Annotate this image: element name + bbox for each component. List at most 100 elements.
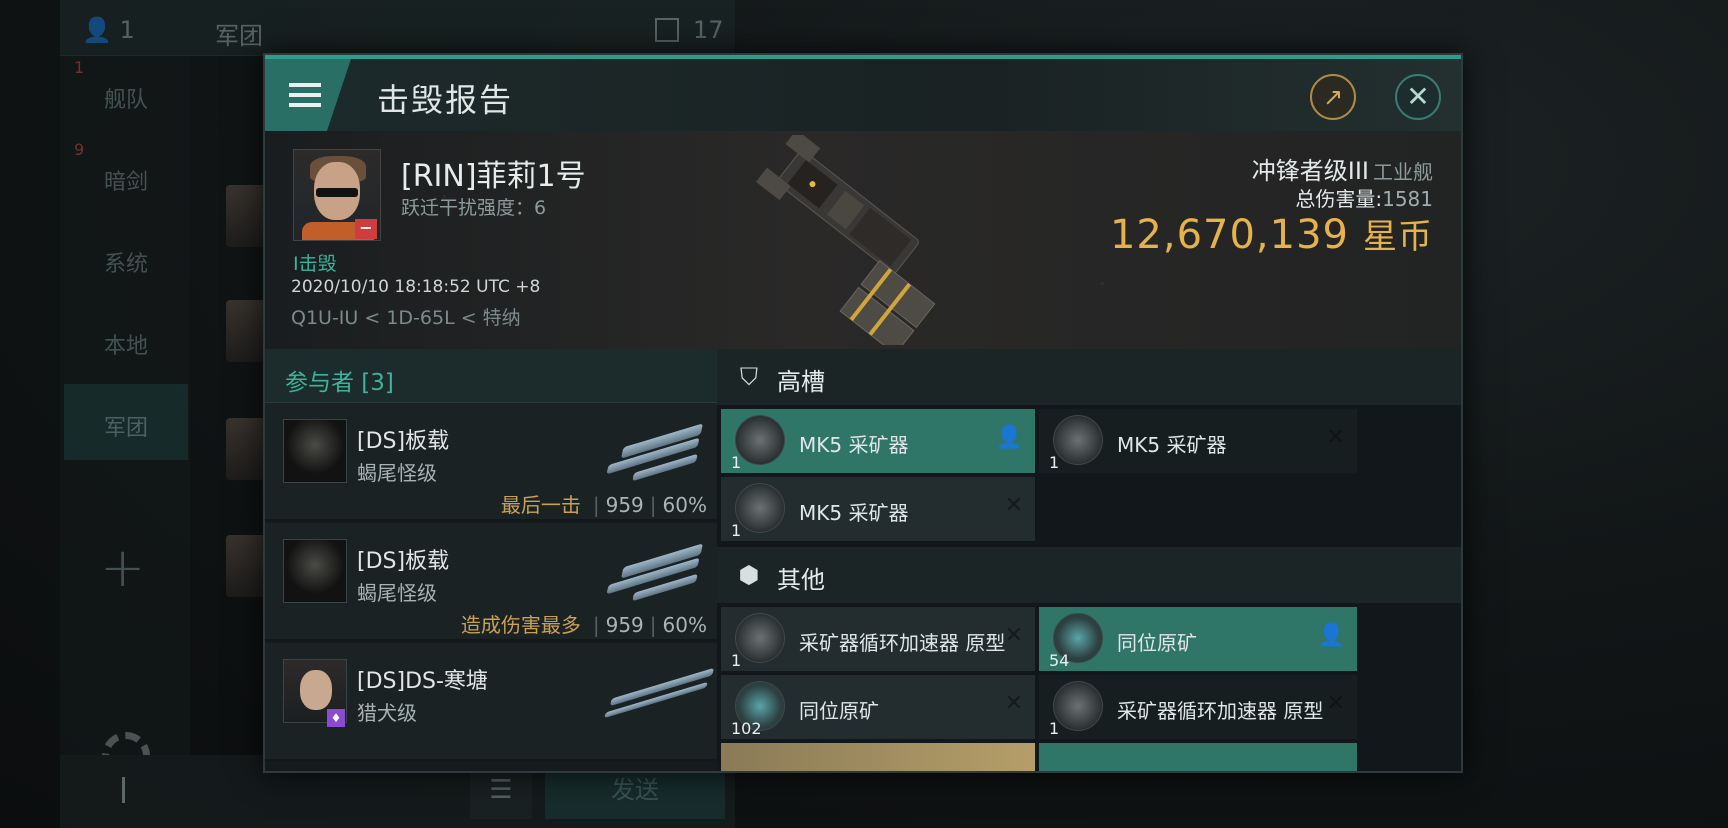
screen: { "chat": { "member_count": "1", "channe… xyxy=(0,0,1728,828)
close-icon: ✕ xyxy=(1406,80,1430,113)
module-icon xyxy=(735,415,785,465)
menu-icon-bar xyxy=(289,83,321,87)
share-button[interactable]: ↗ xyxy=(1310,74,1356,120)
participants-header: 参与者 [3] xyxy=(265,349,717,403)
participant-row[interactable]: ♦ [DS]DS-寒塘 猎犬级 xyxy=(265,643,717,761)
fitting-item[interactable]: 1 MK5 采矿器 ✕ xyxy=(1039,409,1357,473)
channel-title: 军团 xyxy=(215,22,263,50)
item-name: 采矿器循环加速器 原型 xyxy=(1117,699,1324,723)
item-name: 同位原矿 xyxy=(799,699,879,723)
fittings-panel: ⛉ 高槽 1 MK5 采矿器 👤 1 MK5 采矿器 ✕ 1 MK5 采矿器 ✕ xyxy=(717,349,1461,771)
item-quantity: 54 xyxy=(1049,651,1070,670)
destroyed-icon: ✕ xyxy=(1004,623,1023,648)
role-badge-icon: ♦ xyxy=(327,709,345,727)
participant-ship: 蝎尾怪级 xyxy=(357,581,437,605)
destroyed-icon: ✕ xyxy=(1004,691,1023,716)
item-name: MK5 采矿器 xyxy=(799,433,909,457)
item-quantity: 1 xyxy=(731,651,742,670)
message-count[interactable]: 17 xyxy=(655,16,724,44)
item-name: MK5 采矿器 xyxy=(799,501,909,525)
participant-ship-icon xyxy=(604,653,714,723)
total-damage: 总伤害量:1581 xyxy=(1295,187,1433,211)
sidebar-item-darksword[interactable]: 9 暗剑 xyxy=(64,138,188,214)
report-titlebar: 击毁报告 ↗ ✕ xyxy=(265,55,1461,131)
item-name: 同位原矿 xyxy=(1117,631,1197,655)
chat-topbar: 👤 1 军团 17 xyxy=(60,0,735,56)
participant-ship: 猎犬级 xyxy=(357,701,417,725)
message-icon xyxy=(655,18,679,42)
module-icon xyxy=(735,483,785,533)
kill-location[interactable]: Q1U-IU < 1D-65L < 特纳 xyxy=(291,303,521,330)
participant-row[interactable]: [DS]板载 蝎尾怪级 造成伤害最多 | 959 | 60% xyxy=(265,523,717,641)
participants-panel: 参与者 [3] [DS]板载 蝎尾怪级 最后一击 | 959 | 60% [DS]板载 … xyxy=(265,349,717,771)
menu-icon-bar xyxy=(289,103,321,107)
chat-avatar xyxy=(226,300,266,362)
sidebar-item-fleet[interactable]: 1 舰队 xyxy=(64,56,188,132)
report-title: 击毁报告 xyxy=(377,81,514,119)
fitting-item[interactable]: 1 采矿器循环加速器 原型 ✕ xyxy=(1039,675,1357,739)
sidebar-item-local[interactable]: 本地 xyxy=(64,302,188,378)
standing-badge-icon: − xyxy=(355,219,377,239)
member-count[interactable]: 👤 1 xyxy=(82,16,135,44)
participant-name: [DS]板载 xyxy=(357,549,450,574)
item-name: 采矿器循环加速器 原型 xyxy=(799,631,1006,655)
chat-avatar xyxy=(226,535,266,597)
kill-report-window: 击毁报告 ↗ ✕ − [RIN]菲莉1号 跃迁干扰强度：6 I击毁 2020/1… xyxy=(263,53,1463,773)
item-quantity: 1 xyxy=(1049,453,1060,472)
participant-ship-icon xyxy=(606,413,704,483)
warp-disruption: 跃迁干扰强度：6 xyxy=(401,197,547,219)
chat-avatar xyxy=(226,418,266,480)
unread-badge: 9 xyxy=(74,140,85,159)
kill-count: I击毁 xyxy=(293,253,337,275)
participant-ship-icon xyxy=(606,533,704,603)
participant-row[interactable]: [DS]板载 蝎尾怪级 最后一击 | 959 | 60% xyxy=(265,403,717,521)
high-slot-icon: ⛉ xyxy=(740,363,758,391)
module-icon xyxy=(1053,415,1103,465)
portrait-glasses xyxy=(316,188,358,197)
participant-portrait xyxy=(283,539,347,603)
high-slots-header: ⛉ 高槽 xyxy=(717,349,1461,405)
share-icon: ↗ xyxy=(1322,83,1344,111)
dropped-icon: 👤 xyxy=(995,425,1023,450)
item-quantity: 1 xyxy=(1049,719,1060,738)
cargo-box-icon: ⬢ xyxy=(738,561,760,589)
fitting-item[interactable] xyxy=(1039,743,1357,771)
participant-name: [DS]板载 xyxy=(357,429,450,454)
module-icon xyxy=(735,613,785,663)
ship-class[interactable]: 冲锋者级III 工业舰 xyxy=(1252,151,1433,186)
item-quantity: 1 xyxy=(731,453,742,472)
chat-avatar xyxy=(226,185,266,247)
other-header: ⬢ 其他 xyxy=(717,547,1461,603)
ship-image[interactable] xyxy=(725,135,965,345)
dropped-icon: 👤 xyxy=(1317,623,1345,648)
close-button[interactable]: ✕ xyxy=(1395,74,1441,120)
participant-stats: 最后一击 | 959 | 60% xyxy=(500,493,707,517)
item-quantity: 102 xyxy=(731,719,762,738)
participant-ship: 蝎尾怪级 xyxy=(357,461,437,485)
member-icon: 👤 xyxy=(82,16,112,44)
fitting-item[interactable]: 1 MK5 采矿器 ✕ xyxy=(721,477,1035,541)
destroyed-icon: ✕ xyxy=(1004,493,1023,518)
victim-summary: − [RIN]菲莉1号 跃迁干扰强度：6 I击毁 2020/10/10 18:1… xyxy=(265,131,1461,349)
item-name: MK5 采矿器 xyxy=(1117,433,1227,457)
fitting-item[interactable] xyxy=(721,743,1035,771)
fitting-item[interactable]: 1 MK5 采矿器 👤 xyxy=(721,409,1035,473)
fitting-item[interactable]: 102 同位原矿 ✕ xyxy=(721,675,1035,739)
fitting-item[interactable]: 1 采矿器循环加速器 原型 ✕ xyxy=(721,607,1035,671)
text-cursor xyxy=(122,777,125,803)
participant-stats: 造成伤害最多 | 959 | 60% xyxy=(460,613,707,637)
add-channel-icon[interactable]: + xyxy=(100,536,145,599)
participant-portrait xyxy=(283,419,347,483)
channel-sidebar: 1 舰队 9 暗剑 系统 本地 军团 + xyxy=(60,56,190,780)
menu-icon-bar xyxy=(289,93,321,97)
sidebar-item-system[interactable]: 系统 xyxy=(64,220,188,296)
victim-name[interactable]: [RIN]菲莉1号 xyxy=(401,151,586,195)
item-quantity: 1 xyxy=(731,521,742,540)
menu-button[interactable] xyxy=(265,59,351,131)
fitting-item[interactable]: 54 同位原矿 👤 xyxy=(1039,607,1357,671)
kill-time: 2020/10/10 18:18:52 UTC +8 xyxy=(291,277,541,297)
destroyed-icon: ✕ xyxy=(1326,691,1345,716)
isk-value: 12,670,139 星币 xyxy=(1109,212,1433,258)
sidebar-item-corp[interactable]: 军团 xyxy=(64,384,188,460)
participant-name: [DS]DS-寒塘 xyxy=(357,669,488,694)
